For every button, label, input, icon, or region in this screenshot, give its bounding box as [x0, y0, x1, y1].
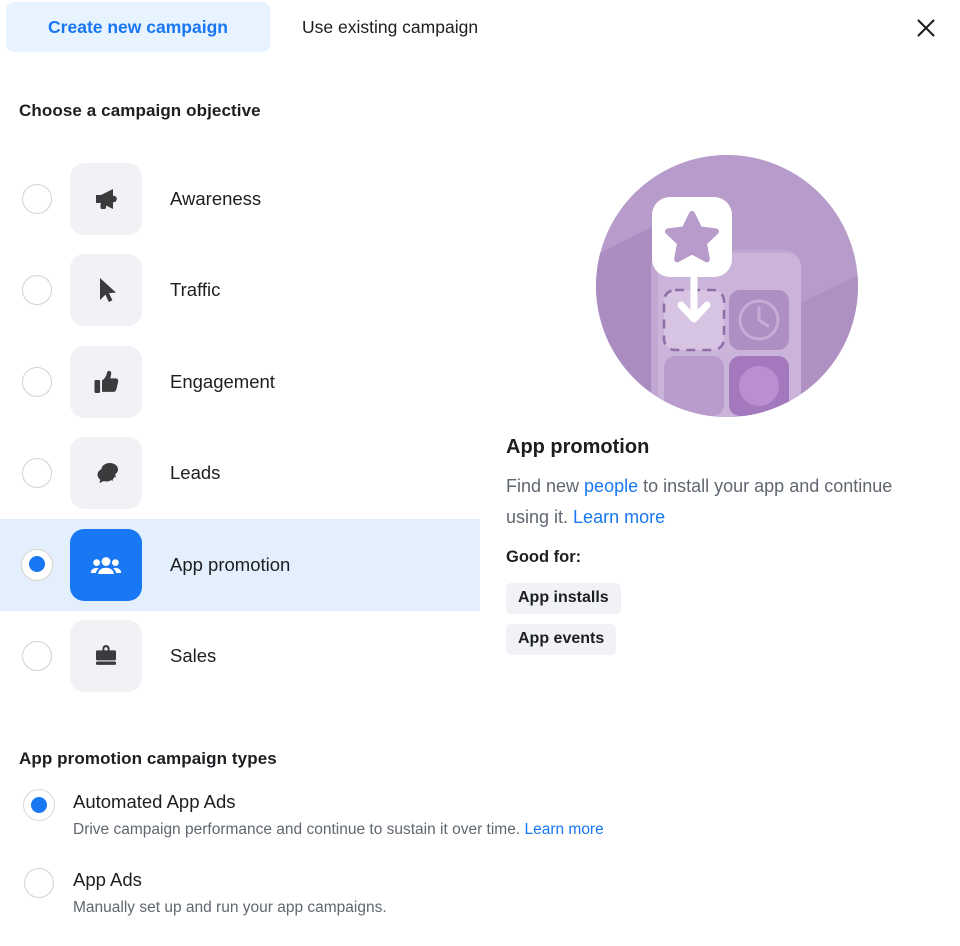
- page-title: Choose a campaign objective: [19, 101, 261, 120]
- radio-app-promotion[interactable]: [22, 549, 52, 580]
- campaign-types-list: Automated App Ads Drive campaign perform…: [0, 789, 820, 945]
- speech-bubbles-icon: [70, 437, 142, 510]
- detail-description-part1: Find new: [506, 476, 585, 496]
- campaign-type-description: Manually set up and run your app campaig…: [73, 897, 387, 918]
- detail-description: Find new people to install your app and …: [506, 471, 912, 533]
- tab-bar: Create new campaign Use existing campaig…: [0, 0, 960, 56]
- learn-more-link[interactable]: Learn more: [524, 821, 603, 838]
- radio-traffic[interactable]: [22, 275, 52, 306]
- tab-create-new-campaign-label: Create new campaign: [48, 16, 228, 37]
- campaign-type-description: Drive campaign performance and continue …: [73, 819, 604, 840]
- close-button[interactable]: [908, 10, 944, 46]
- campaign-type-name: Automated App Ads: [73, 791, 236, 812]
- objective-list: Awareness Traffic Engagement Leads App p…: [0, 153, 480, 702]
- detail-title: App promotion: [506, 436, 650, 458]
- radio-automated-app-ads[interactable]: [24, 790, 54, 820]
- radio-engagement[interactable]: [22, 366, 52, 397]
- objective-row-engagement[interactable]: Engagement: [0, 336, 480, 428]
- status-badge: App events: [506, 624, 617, 655]
- good-for-badges: App installs App events: [506, 583, 621, 655]
- close-icon: [914, 16, 938, 40]
- cursor-icon: [70, 254, 142, 327]
- objective-row-app-promotion[interactable]: App promotion: [0, 519, 480, 611]
- objective-row-traffic[interactable]: Traffic: [0, 245, 480, 337]
- megaphone-icon: [70, 162, 142, 235]
- radio-awareness[interactable]: [22, 183, 52, 214]
- app-promotion-illustration: [596, 155, 858, 417]
- objective-row-sales[interactable]: Sales: [0, 611, 480, 703]
- objective-label: Leads: [170, 462, 221, 484]
- briefcase-icon: [70, 620, 142, 693]
- objective-row-leads[interactable]: Leads: [0, 428, 480, 520]
- learn-more-link[interactable]: Learn more: [573, 507, 665, 527]
- radio-sales[interactable]: [22, 641, 52, 672]
- objective-label: Sales: [170, 645, 217, 667]
- objective-label: App promotion: [170, 553, 291, 575]
- radio-leads[interactable]: [22, 458, 52, 489]
- campaign-types-title: App promotion campaign types: [19, 749, 277, 768]
- campaign-type-description-text: Manually set up and run your app campaig…: [73, 899, 387, 916]
- good-for-label: Good for:: [506, 548, 582, 566]
- tab-use-existing-campaign-label: Use existing campaign: [302, 16, 479, 37]
- campaign-type-text: Automated App Ads Drive campaign perform…: [73, 789, 604, 840]
- tab-create-new-campaign[interactable]: Create new campaign: [6, 2, 270, 52]
- campaign-type-description-text: Drive campaign performance and continue …: [73, 821, 525, 838]
- thumbs-up-icon: [70, 345, 142, 418]
- campaign-type-automated-app-ads[interactable]: Automated App Ads Drive campaign perform…: [0, 789, 820, 840]
- campaign-type-text: App Ads Manually set up and run your app…: [73, 867, 387, 918]
- campaign-type-app-ads[interactable]: App Ads Manually set up and run your app…: [0, 867, 820, 918]
- campaign-objective-dialog: Create new campaign Use existing campaig…: [0, 0, 960, 946]
- objective-label: Engagement: [170, 370, 275, 392]
- status-badge: App installs: [506, 583, 621, 614]
- objective-label: Traffic: [170, 279, 221, 301]
- tab-use-existing-campaign[interactable]: Use existing campaign: [286, 2, 546, 52]
- campaign-type-name: App Ads: [73, 869, 142, 890]
- people-link[interactable]: people: [584, 476, 638, 496]
- radio-app-ads[interactable]: [24, 868, 54, 898]
- objective-label: Awareness: [170, 187, 262, 209]
- objective-row-awareness[interactable]: Awareness: [0, 153, 480, 245]
- people-icon: [70, 528, 142, 601]
